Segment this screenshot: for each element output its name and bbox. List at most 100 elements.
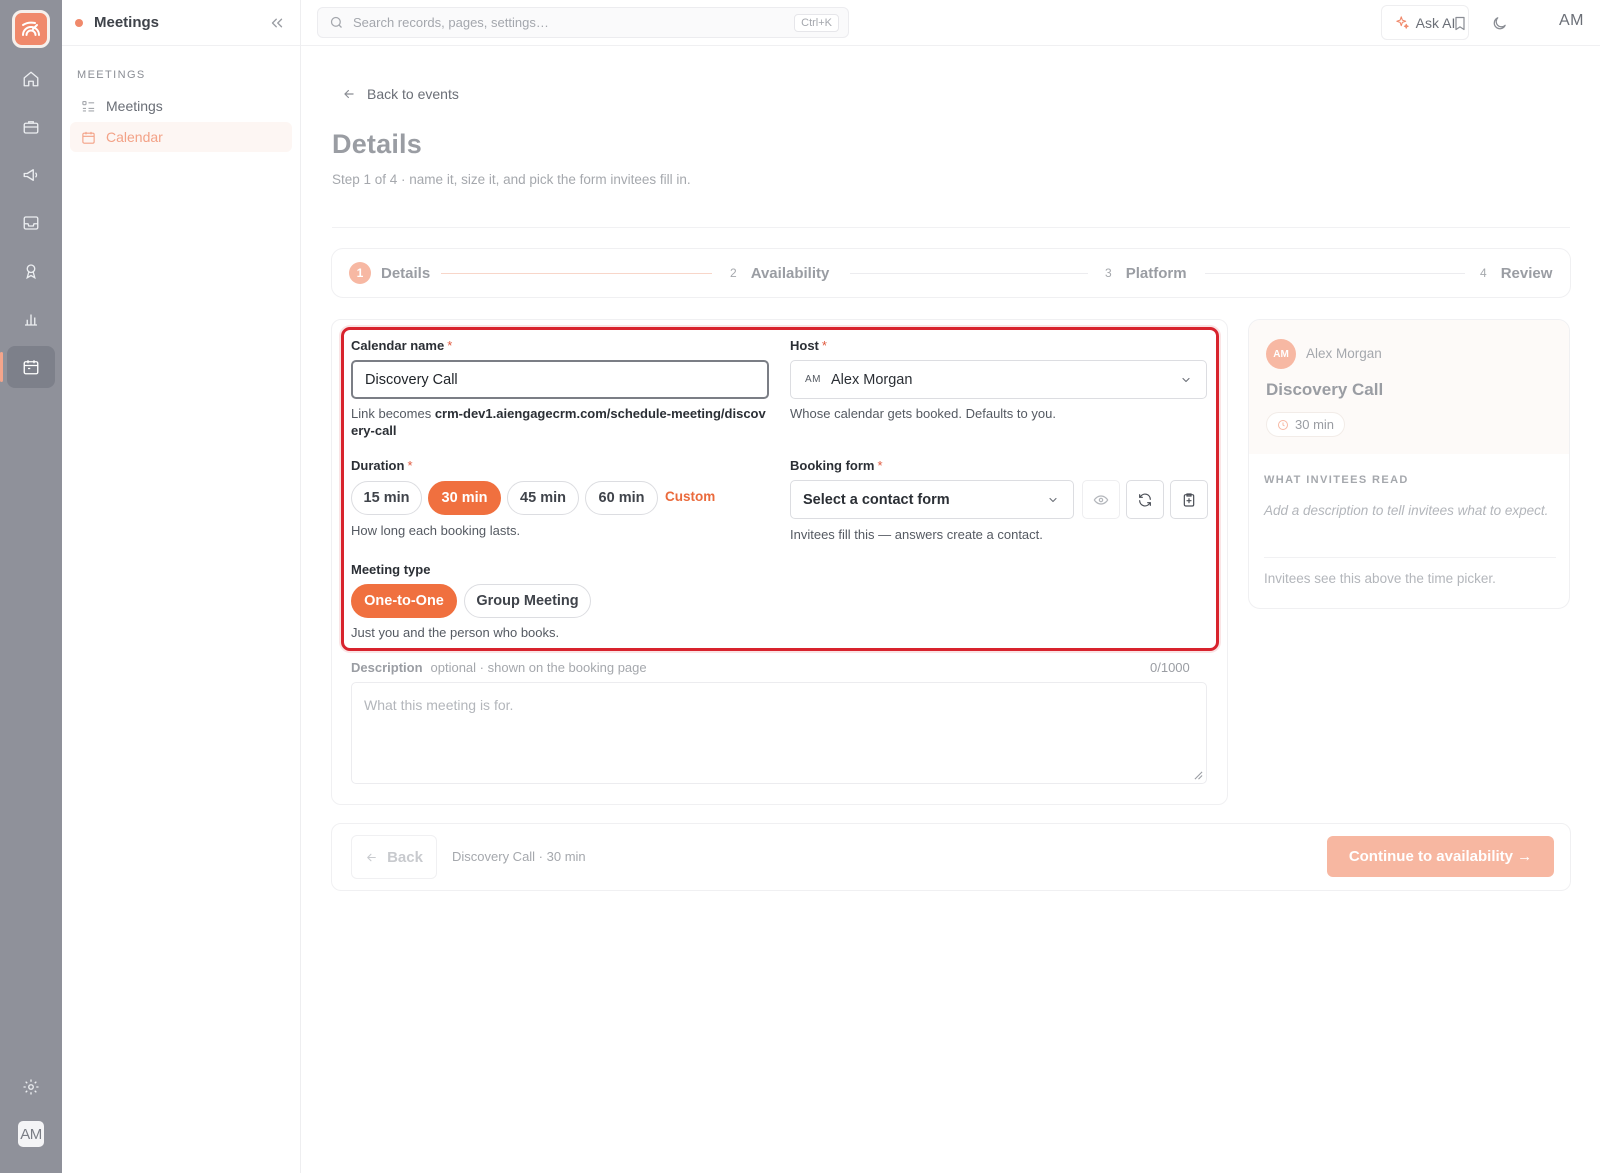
chevron-down-icon bbox=[1049, 497, 1057, 503]
description-placeholder: What this meeting is for. bbox=[364, 697, 514, 713]
global-search[interactable]: Search records, pages, settings… Ctrl+K bbox=[317, 7, 849, 38]
step-connector bbox=[850, 273, 1088, 274]
chevrons-left-icon bbox=[271, 18, 283, 28]
rail-rewards[interactable] bbox=[7, 250, 55, 292]
preview-form-button[interactable] bbox=[1082, 480, 1120, 519]
step-platform[interactable]: 3 Platform bbox=[1105, 249, 1187, 297]
step-connector bbox=[1205, 273, 1465, 274]
sidebar-header: Meetings bbox=[62, 0, 300, 46]
preview-host-name: Alex Morgan bbox=[1306, 346, 1382, 361]
booking-preview-card: AM Alex Morgan Discovery Call 30 min WHA… bbox=[1248, 319, 1570, 609]
app-logo[interactable] bbox=[12, 10, 50, 48]
booking-form-hint: Invitees fill this — answers create a co… bbox=[790, 527, 1043, 542]
search-shortcut-badge: Ctrl+K bbox=[794, 14, 839, 32]
step-number: 3 bbox=[1105, 266, 1112, 280]
rail-calendar[interactable] bbox=[0, 346, 55, 388]
preview-section-label: WHAT INVITEES READ bbox=[1264, 474, 1409, 486]
duration-option-45[interactable]: 45 min bbox=[507, 481, 579, 515]
home-icon bbox=[23, 71, 39, 87]
duration-option-60[interactable]: 60 min bbox=[585, 481, 658, 515]
arrow-left-icon bbox=[367, 853, 376, 861]
bookmark-button[interactable] bbox=[1450, 13, 1470, 33]
step-number: 1 bbox=[349, 262, 371, 284]
eye-icon bbox=[1093, 494, 1109, 505]
meeting-type-group[interactable]: Group Meeting bbox=[464, 584, 591, 618]
search-placeholder: Search records, pages, settings… bbox=[353, 15, 549, 30]
briefcase-icon bbox=[23, 121, 39, 134]
meeting-type-hint: Just you and the person who books. bbox=[351, 625, 560, 640]
step-label: Review bbox=[1500, 264, 1553, 282]
calendar-icon bbox=[23, 360, 39, 375]
duration-label: Duration * bbox=[351, 458, 413, 473]
continue-button[interactable]: Continue to availability → bbox=[1327, 836, 1554, 877]
back-button[interactable]: Back bbox=[351, 835, 437, 879]
duration-hint: How long each booking lasts. bbox=[351, 523, 521, 538]
sidebar: Meetings MEETINGS Meetings Calendar bbox=[62, 0, 301, 1173]
create-form-button[interactable] bbox=[1170, 480, 1208, 519]
meeting-type-one-to-one[interactable]: One-to-One bbox=[351, 584, 457, 618]
sidebar-title: Meetings bbox=[94, 14, 160, 31]
megaphone-icon bbox=[23, 169, 38, 181]
clock-icon bbox=[1278, 419, 1288, 430]
description-textarea[interactable]: What this meeting is for. bbox=[351, 682, 1207, 784]
gear-icon bbox=[23, 1079, 39, 1095]
step-label: Availability bbox=[750, 264, 830, 282]
preview-host-avatar: AM bbox=[1266, 339, 1296, 369]
arrow-left-icon bbox=[344, 89, 354, 99]
page-title: Details bbox=[332, 129, 422, 159]
user-avatar[interactable]: AM bbox=[18, 1121, 44, 1147]
sidebar-item-label: Calendar bbox=[106, 129, 163, 145]
duration-option-15[interactable]: 15 min bbox=[351, 481, 422, 515]
user-menu[interactable]: AM bbox=[1559, 12, 1584, 30]
inbox-icon bbox=[23, 216, 39, 230]
description-label: Description optional · shown on the booki… bbox=[351, 660, 647, 675]
step-availability[interactable]: 2 Availability bbox=[730, 249, 829, 297]
back-to-events-link[interactable]: Back to events bbox=[342, 86, 459, 102]
rail-deals[interactable] bbox=[7, 106, 55, 148]
host-value: Alex Morgan bbox=[831, 371, 913, 388]
event-summary: Discovery Call · 30 min bbox=[452, 849, 586, 864]
step-connector bbox=[441, 273, 712, 274]
rail-settings[interactable] bbox=[7, 1066, 55, 1108]
search-icon bbox=[330, 16, 342, 28]
resize-grip-icon[interactable] bbox=[1194, 771, 1203, 780]
back-button-label: Back bbox=[387, 848, 423, 866]
list-icon bbox=[82, 100, 95, 111]
host-label: Host * bbox=[790, 338, 827, 353]
host-select[interactable]: AM Alex Morgan bbox=[790, 360, 1207, 399]
collapse-sidebar-button[interactable] bbox=[268, 14, 286, 32]
award-icon bbox=[26, 264, 36, 280]
top-bar: Search records, pages, settings… Ctrl+K … bbox=[301, 0, 1600, 46]
booking-form-placeholder: Select a contact form bbox=[803, 491, 950, 508]
custom-duration-link[interactable]: Custom bbox=[665, 489, 715, 504]
theme-toggle-button[interactable] bbox=[1489, 13, 1509, 33]
sidebar-item-meetings[interactable]: Meetings bbox=[70, 91, 292, 121]
chevron-down-icon bbox=[1182, 377, 1190, 383]
app-rail: AM bbox=[0, 0, 62, 1173]
page-subtitle: Step 1 of 4 · name it, size it, and pick… bbox=[332, 172, 691, 187]
clipboard-plus-icon bbox=[1183, 492, 1195, 507]
booking-form-select[interactable]: Select a contact form bbox=[790, 480, 1074, 519]
wizard-stepper: 1 Details 2 Availability 3 Platform 4 Re… bbox=[331, 248, 1571, 298]
rail-reports[interactable] bbox=[7, 298, 55, 340]
refresh-forms-button[interactable] bbox=[1126, 480, 1164, 519]
step-details[interactable]: 1 Details bbox=[349, 249, 430, 297]
preview-event-title: Discovery Call bbox=[1266, 380, 1384, 399]
moon-icon bbox=[1493, 16, 1506, 29]
sparkle-icon bbox=[1395, 16, 1409, 29]
preview-note: Invitees see this above the time picker. bbox=[1264, 571, 1496, 586]
preview-description: Add a description to tell invitees what … bbox=[1264, 503, 1549, 518]
rail-inbox[interactable] bbox=[7, 202, 55, 244]
calendar-name-input[interactable]: Discovery Call bbox=[351, 360, 769, 399]
step-review[interactable]: 4 Review bbox=[1480, 249, 1552, 297]
calendar-name-label: Calendar name * bbox=[351, 338, 453, 353]
rail-home[interactable] bbox=[7, 58, 55, 100]
sidebar-item-label: Meetings bbox=[106, 98, 163, 114]
duration-option-30[interactable]: 30 min bbox=[428, 481, 501, 515]
preview-duration-badge: 30 min bbox=[1266, 412, 1346, 437]
host-hint: Whose calendar gets booked. Defaults to … bbox=[790, 406, 1056, 421]
bar-chart-icon bbox=[25, 314, 37, 326]
sidebar-item-calendar[interactable]: Calendar bbox=[70, 122, 292, 152]
booking-form-label: Booking form * bbox=[790, 458, 883, 473]
rail-campaigns[interactable] bbox=[7, 154, 55, 196]
